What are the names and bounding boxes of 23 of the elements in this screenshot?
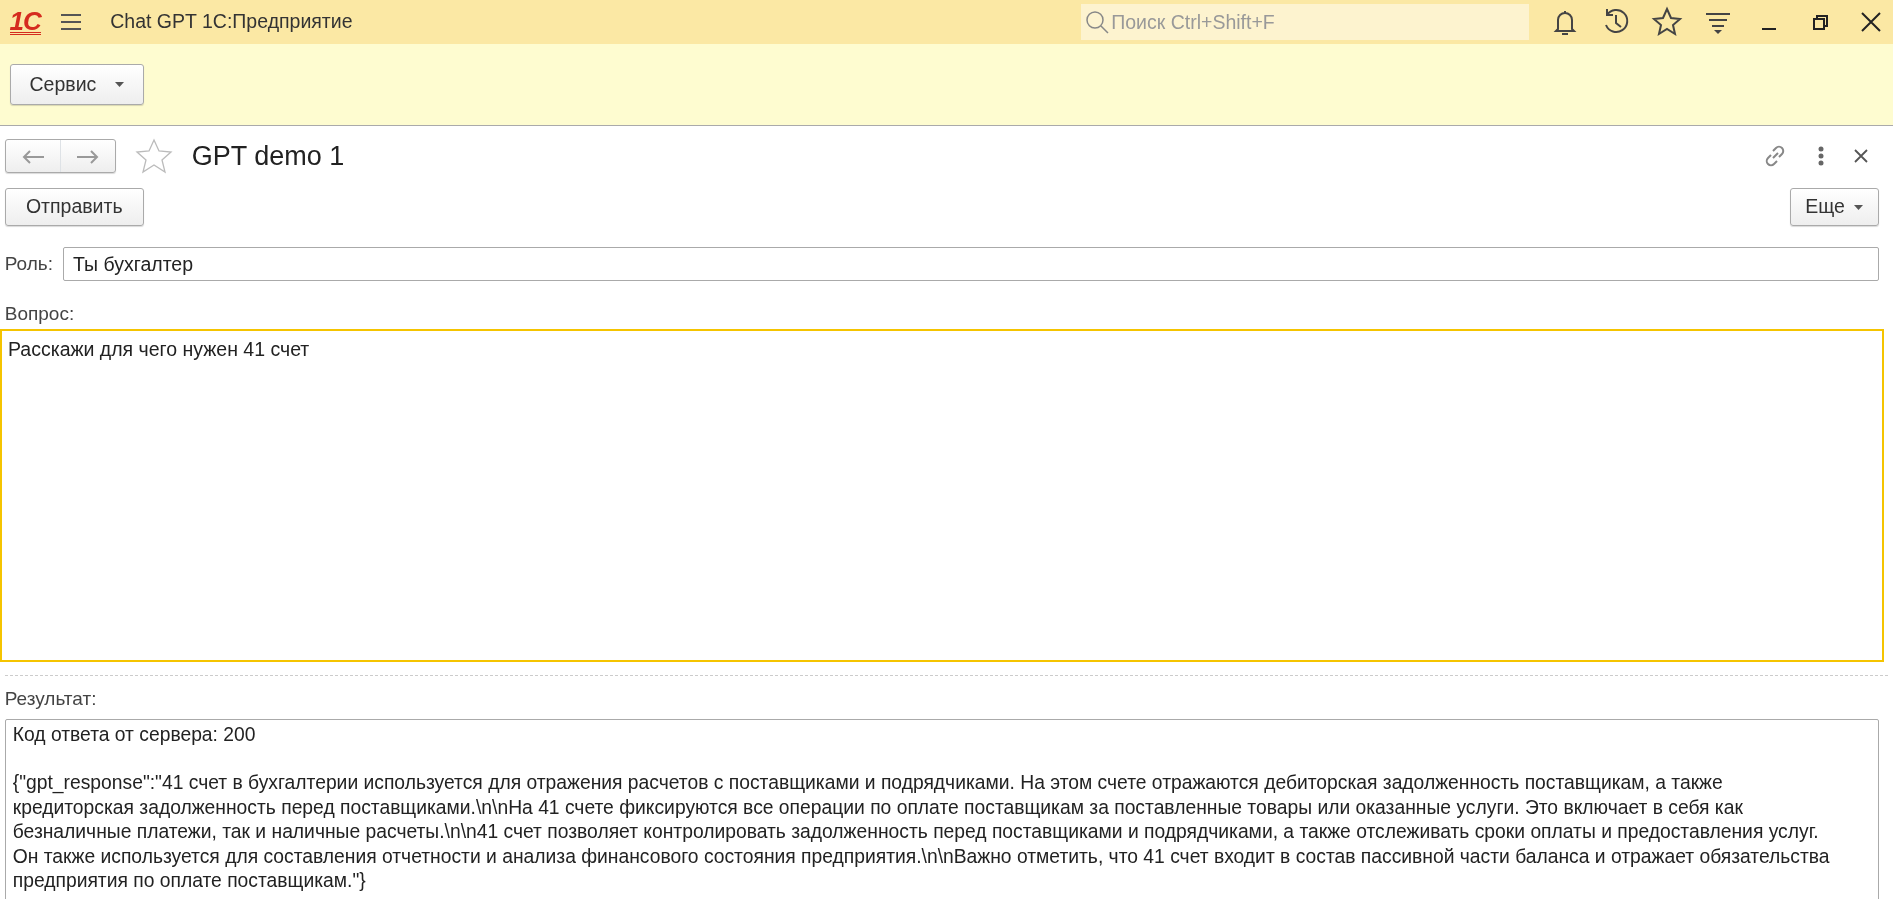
more-options-icon[interactable] xyxy=(1816,145,1825,167)
close-icon[interactable] xyxy=(1853,148,1870,164)
service-menu-button[interactable]: Сервис xyxy=(9,64,145,105)
form-title: GPT demo 1 xyxy=(191,139,345,173)
role-field[interactable]: Ты бухгалтер xyxy=(62,247,1879,281)
window-title: Chat GPT 1С:Предприятие xyxy=(110,9,353,35)
caret-icon xyxy=(1854,204,1864,210)
search-field[interactable]: Поиск Ctrl+Shift+F xyxy=(1081,4,1530,40)
favorite-star-icon[interactable] xyxy=(134,138,173,174)
send-button[interactable]: Отправить xyxy=(4,188,144,226)
question-field[interactable]: Расскажи для чего нужен 41 счет xyxy=(0,328,1884,662)
arrow-left-icon xyxy=(21,150,44,165)
result-field[interactable]: Код ответа от сервера: 200 {"gpt_response":"41 счет в бухгалтерии используется для отражения расчетов с поставщиками и подрядчиками. На этом счете отражаются дебиторская задолженность поставщикам, а также кредиторская задолженность перед поставщиками.\n\nНа 41 счете фиксируются все операции по оплате поставщикам за поставленные товары или оказанные услуги. Это включает в себя как безналичные платежи, так и наличные расчеты.\n\n41 счет позволяет контролировать задолженность перед поставщиками и подрядчиками, а также отслеживать сроки оплаты и предоставления услуг. Он также используется для составления отчетности и анализа финансового состояния предприятия.\n\nВажно отметить, что 41 счет входит в состав пассивной части баланса и отражает обязательства предприятия по оплате поставщикам."} xyxy=(4,718,1879,899)
navigation-buttons[interactable] xyxy=(4,139,116,173)
search-icon xyxy=(1085,10,1110,34)
app-logo[interactable]: 1С xyxy=(9,9,41,35)
role-label: Роль: xyxy=(4,251,53,276)
arrow-right-icon xyxy=(76,150,99,165)
result-label: Результат: xyxy=(4,687,98,712)
menu-icon[interactable] xyxy=(59,13,82,31)
more-button[interactable]: Еще xyxy=(1789,188,1879,226)
question-label: Вопрос: xyxy=(4,302,76,326)
caret-icon xyxy=(115,82,125,87)
